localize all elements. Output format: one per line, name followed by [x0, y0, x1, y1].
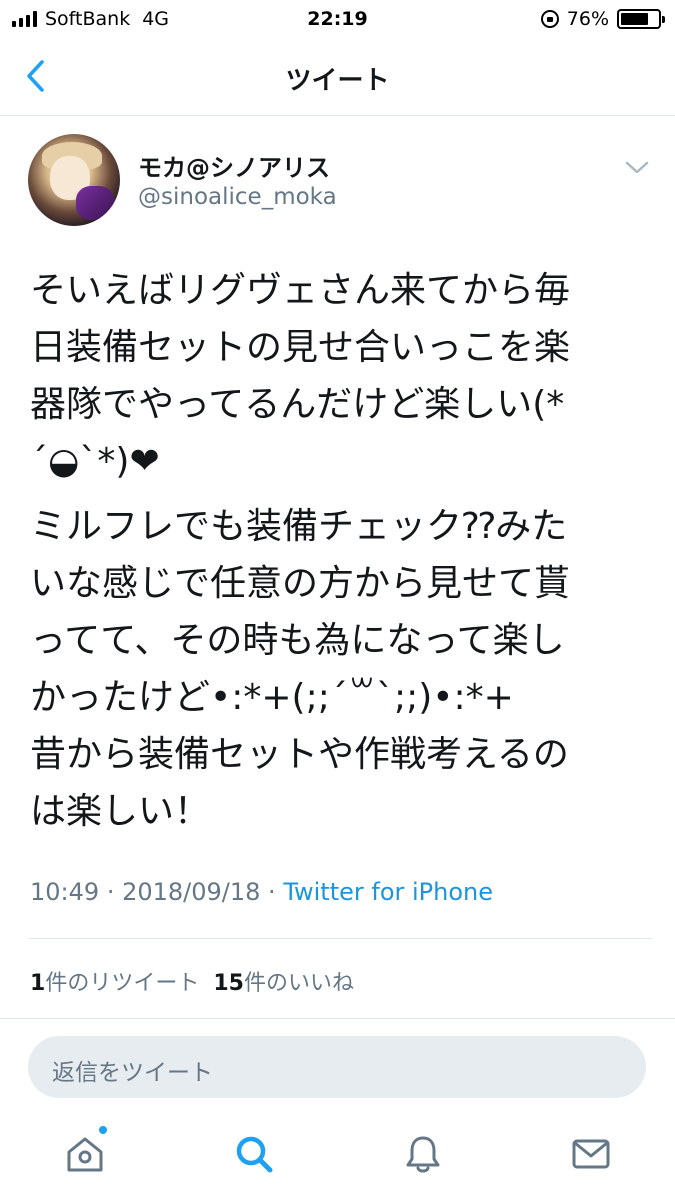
divider [28, 938, 652, 939]
author-name[interactable]: モカ@シノアリス [138, 148, 330, 183]
tweet-stats: 1件のリツイート 15件のいいね [30, 965, 354, 997]
tweet-date: 2018/09/18 [122, 878, 261, 906]
tweet-line: そいえばリグヴェさん来てから毎 [30, 270, 571, 311]
tab-home[interactable] [57, 1126, 113, 1180]
chevron-down-icon [625, 161, 649, 174]
retweet-label: 件のリツイート [45, 971, 200, 996]
meta-separator: · [106, 878, 123, 906]
tweet-line: いな感じで任意の方から見せて貰 [30, 563, 571, 604]
meta-separator: · [268, 878, 284, 906]
tweet-time: 10:49 [30, 878, 100, 906]
messages-icon [572, 1139, 610, 1169]
divider [0, 1018, 675, 1019]
tweet-text: そいえばリグヴェさん来てから毎 日装備セットの見せ合いっこを楽 器隊でやってるん… [30, 262, 648, 840]
retweet-count: 1 [30, 971, 46, 996]
notifications-icon [406, 1136, 440, 1173]
tab-notifications[interactable] [395, 1128, 451, 1180]
avatar-accent [76, 186, 114, 220]
likes-stat[interactable]: 15件のいいね [213, 971, 354, 996]
tweet-line: 日装備セットの見せ合いっこを楽 [30, 327, 571, 368]
tweet-line: ´◒`*)❤ [30, 441, 160, 482]
battery-icon [617, 9, 665, 29]
avatar[interactable] [28, 134, 120, 226]
search-icon [236, 1136, 273, 1173]
like-count: 15 [213, 971, 244, 996]
tab-search[interactable] [226, 1128, 282, 1180]
page-title: ツイート [285, 66, 390, 96]
retweets-stat[interactable]: 1件のリツイート [30, 971, 199, 996]
tweet-source-link[interactable]: Twitter for iPhone [283, 878, 493, 906]
tweet-line: かったけど•:*+(;;´꒳`;;)•:*+ [30, 677, 514, 718]
status-bar-right: 76% [540, 8, 665, 30]
tweet-line: は楽しい！ [30, 791, 211, 832]
tweet-meta: 10:49 · 2018/09/18 · Twitter for iPhone [30, 878, 493, 906]
reply-input[interactable]: 返信をツイート [28, 1036, 646, 1098]
tweet-header: モカ@シノアリス @sinoalice_moka [28, 134, 658, 234]
tweet-line: 昔から装備セットや作戦考えるの [30, 734, 569, 775]
battery-percent: 76% [566, 8, 609, 30]
tab-messages[interactable] [563, 1128, 619, 1180]
new-activity-dot [99, 1126, 107, 1134]
tab-bar [0, 1110, 675, 1200]
tweet-line: ってて、その時も為になって楽し [30, 620, 565, 661]
tweet-line: ミルフレでも装備チェック⁇みた [30, 506, 568, 547]
tweet-line: 器隊でやってるんだけど楽しい(* [30, 384, 565, 425]
status-bar: SoftBank 4G 22:19 76% [0, 0, 675, 40]
battery-fill [621, 13, 649, 25]
nav-bar: ツイート [0, 40, 675, 116]
tweet-options-button[interactable] [622, 156, 652, 180]
like-label: 件のいいね [243, 971, 354, 996]
rotation-lock-icon [540, 10, 559, 28]
home-icon [67, 1137, 103, 1172]
author-handle[interactable]: @sinoalice_moka [138, 184, 337, 210]
